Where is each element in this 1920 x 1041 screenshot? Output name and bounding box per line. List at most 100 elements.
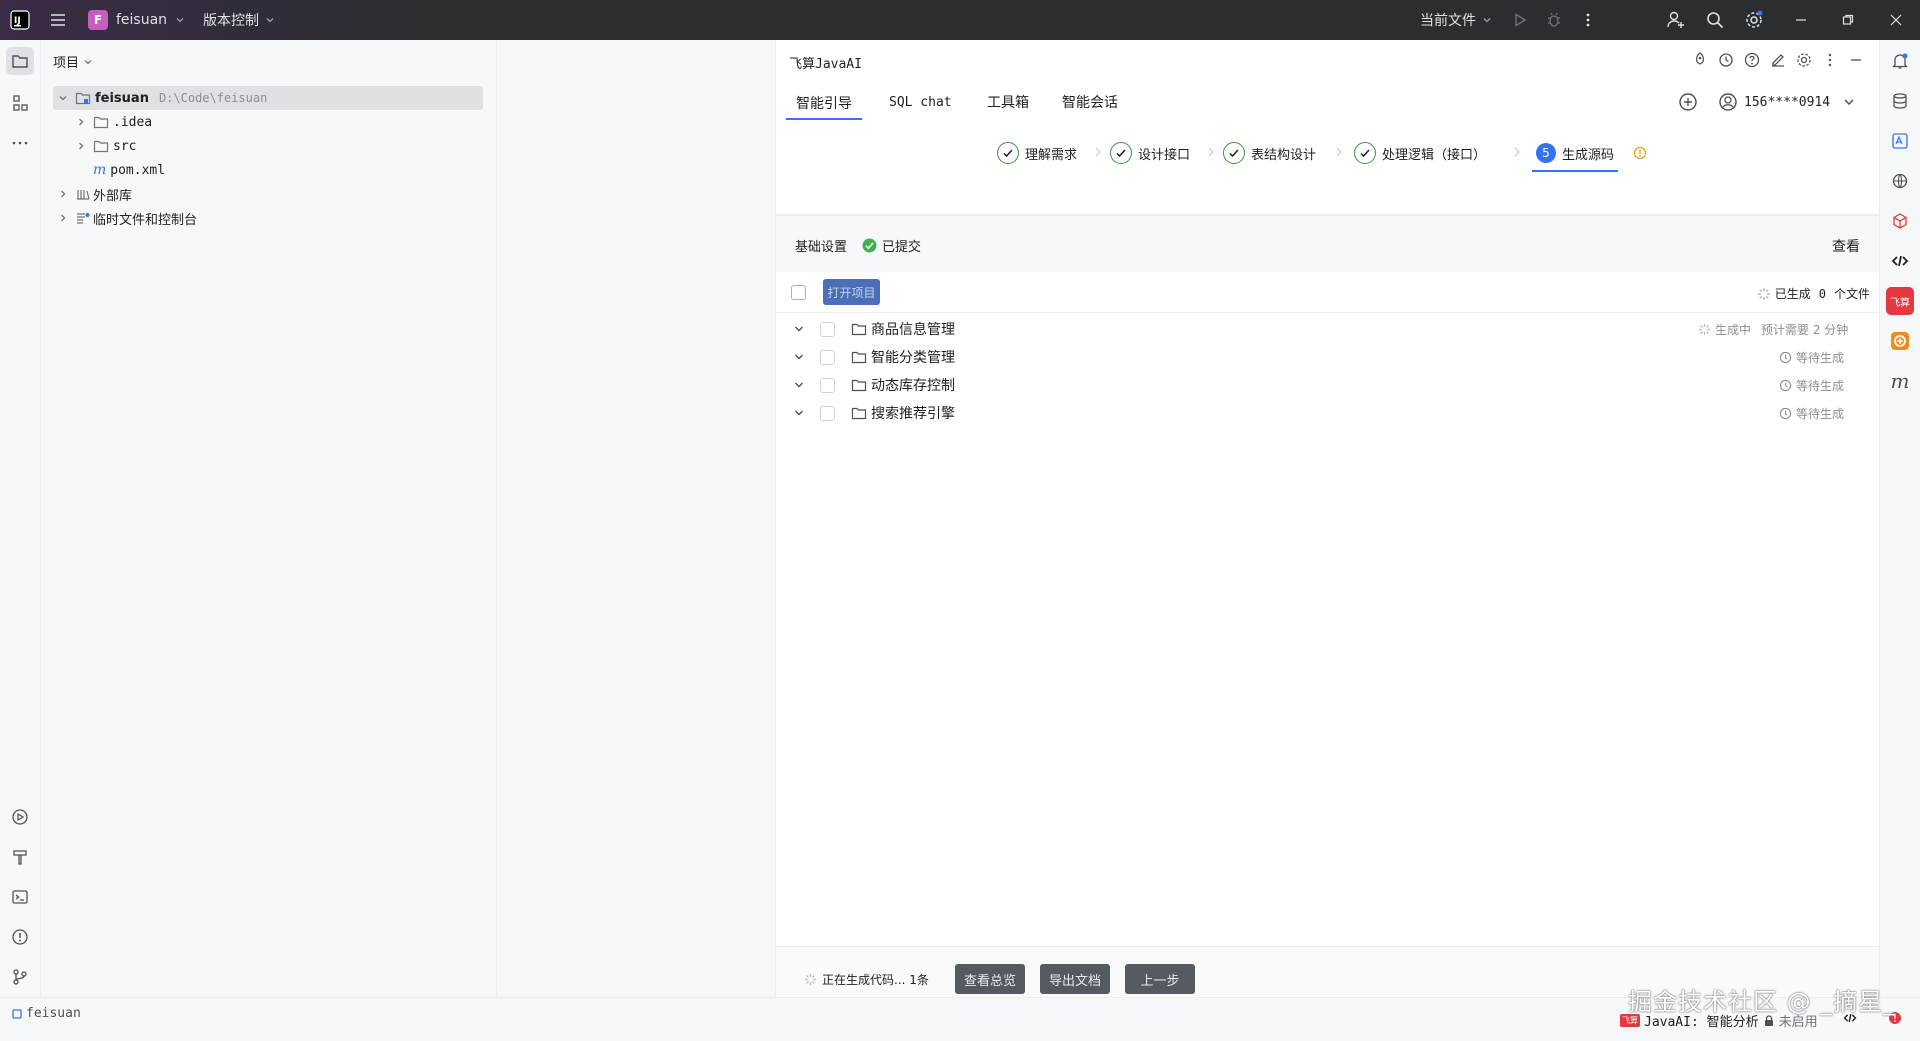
chevron-down-icon <box>1483 18 1491 23</box>
plugin-icon[interactable] <box>1886 327 1914 355</box>
view-overview-button[interactable]: 查看总览 <box>955 964 1025 994</box>
open-project-button[interactable]: 打开项目 <box>823 279 880 305</box>
export-doc-button[interactable]: 导出文档 <box>1040 964 1110 994</box>
help-icon[interactable] <box>1744 52 1760 68</box>
run-config-label: 当前文件 <box>1420 13 1476 29</box>
row-checkbox[interactable] <box>820 405 835 421</box>
progress-label: 正在生成代码... 1条 <box>822 973 929 987</box>
row-checkbox[interactable] <box>820 349 835 365</box>
notifications-icon[interactable] <box>1886 47 1914 75</box>
translate-icon[interactable] <box>1886 127 1914 155</box>
add-user-icon[interactable] <box>1665 9 1687 31</box>
debug-icon[interactable] <box>1543 9 1565 31</box>
clock-icon <box>1779 407 1792 419</box>
terminal-icon[interactable] <box>6 883 34 911</box>
row-checkbox[interactable] <box>820 321 835 337</box>
close-icon[interactable] <box>1885 9 1907 31</box>
info-icon[interactable] <box>1633 146 1647 160</box>
chevron-right-icon[interactable] <box>73 138 89 154</box>
tab-smart-guide[interactable]: 智能引导 <box>786 88 862 120</box>
row-checkbox[interactable] <box>820 377 835 393</box>
root-name: feisuan <box>95 90 149 106</box>
maven-tool-icon[interactable]: m <box>1886 367 1914 395</box>
more-vertical-icon[interactable] <box>1577 9 1599 31</box>
tab-smart-chat[interactable]: 智能会话 <box>1062 90 1118 114</box>
database-icon[interactable] <box>1886 87 1914 115</box>
chevron-right-icon[interactable] <box>55 186 71 202</box>
restore-icon[interactable] <box>1837 9 1859 31</box>
chevron-down-icon[interactable] <box>793 379 805 391</box>
chevron-down-icon[interactable] <box>793 323 805 335</box>
view-link[interactable]: 查看 <box>1832 236 1860 256</box>
list-item[interactable]: 搜索推荐引擎 等待生成 <box>776 399 1880 427</box>
step-indicator: 理解需求 设计接口 表结构设计 处理逻辑（接口） 5 生成源码 <box>776 124 1880 216</box>
search-icon[interactable] <box>1704 9 1726 31</box>
package-icon[interactable] <box>1886 207 1914 235</box>
chevron-right-icon[interactable] <box>55 210 71 226</box>
rocket-icon[interactable] <box>1692 52 1708 68</box>
run-icon[interactable] <box>1509 9 1531 31</box>
structure-tool-icon[interactable] <box>6 89 34 117</box>
step-process-logic[interactable]: 处理逻辑（接口） <box>1354 138 1486 168</box>
status-label: 生成中 <box>1715 322 1752 337</box>
chevron-down-icon <box>176 18 184 23</box>
folder-icon <box>93 114 109 130</box>
tree-root-feisuan[interactable]: feisuan D:\Code\feisuan <box>53 86 483 110</box>
project-badge: F <box>88 10 108 30</box>
list-item[interactable]: 智能分类管理 等待生成 <box>776 343 1880 371</box>
edit-icon[interactable] <box>1770 52 1786 68</box>
tab-sql-chat[interactable]: SQL chat <box>889 90 952 114</box>
list-item[interactable]: 动态库存控制 等待生成 <box>776 371 1880 399</box>
intellij-logo-icon[interactable]: IJ <box>9 9 31 31</box>
feisuan-icon[interactable]: 飞算 <box>1886 287 1914 315</box>
api-icon[interactable] <box>1886 167 1914 195</box>
step-design-api[interactable]: 设计接口 <box>1110 138 1190 168</box>
user-menu[interactable]: 156****0914 <box>1718 92 1856 112</box>
generated-label: 已生成 <box>1774 287 1811 301</box>
project-panel-header[interactable]: 项目 <box>53 52 93 71</box>
tree-item-pom[interactable]: m pom.xml <box>53 158 483 182</box>
minimize-icon[interactable] <box>1848 52 1864 68</box>
services-icon[interactable] <box>6 803 34 831</box>
module-name: 动态库存控制 <box>871 378 955 394</box>
more-tools-icon[interactable] <box>6 129 34 157</box>
problems-icon[interactable] <box>6 923 34 951</box>
select-all-checkbox[interactable] <box>791 285 806 300</box>
vcs-menu[interactable]: 版本控制 <box>203 10 275 30</box>
folder-icon <box>851 379 867 392</box>
button-label: 上一步 <box>1140 973 1180 989</box>
tree-item-src[interactable]: src <box>53 134 483 158</box>
status-project[interactable]: feisuan <box>12 1006 81 1021</box>
step-table-design[interactable]: 表结构设计 <box>1223 138 1316 168</box>
build-icon[interactable] <box>6 843 34 871</box>
run-config-selector[interactable]: 当前文件 <box>1420 10 1492 30</box>
history-icon[interactable] <box>1718 52 1734 68</box>
feisuan-badge-text: 飞算 <box>1890 297 1910 309</box>
button-label: 打开项目 <box>827 285 876 300</box>
chevron-down-icon[interactable] <box>793 351 805 363</box>
project-tool-icon[interactable] <box>6 47 34 75</box>
minimize-icon[interactable] <box>1790 9 1812 31</box>
step-label: 处理逻辑（接口） <box>1382 147 1487 163</box>
more-vertical-icon[interactable] <box>1822 52 1838 68</box>
watermark: 掘金技术社区 @ _摘星_ <box>1628 988 1897 1016</box>
settings-icon[interactable] <box>1796 52 1812 68</box>
project-selector[interactable]: F feisuan <box>88 10 185 30</box>
code-icon[interactable] <box>1886 247 1914 275</box>
hamburger-menu-icon[interactable] <box>47 9 69 31</box>
step-understand-requirements[interactable]: 理解需求 <box>997 138 1077 168</box>
tab-toolbox[interactable]: 工具箱 <box>987 90 1029 114</box>
settings-icon[interactable] <box>1743 9 1765 31</box>
chevron-right-icon[interactable] <box>73 114 89 130</box>
tree-item-external-libs[interactable]: 外部库 <box>53 182 483 206</box>
step-generate-source[interactable]: 5 生成源码 <box>1532 136 1619 172</box>
previous-step-button[interactable]: 上一步 <box>1125 964 1195 994</box>
add-icon[interactable] <box>1678 92 1698 112</box>
tree-item-scratches[interactable]: 临时文件和控制台 <box>53 206 483 230</box>
chevron-down-icon[interactable] <box>793 407 805 419</box>
list-item[interactable]: 商品信息管理 生成中 预计需要 2 分钟 <box>776 315 1880 343</box>
tree-item-idea[interactable]: .idea <box>53 110 483 134</box>
git-icon[interactable] <box>6 963 34 991</box>
chevron-down-icon[interactable] <box>55 90 71 106</box>
eta-label: 预计需要 2 分钟 <box>1761 322 1849 337</box>
